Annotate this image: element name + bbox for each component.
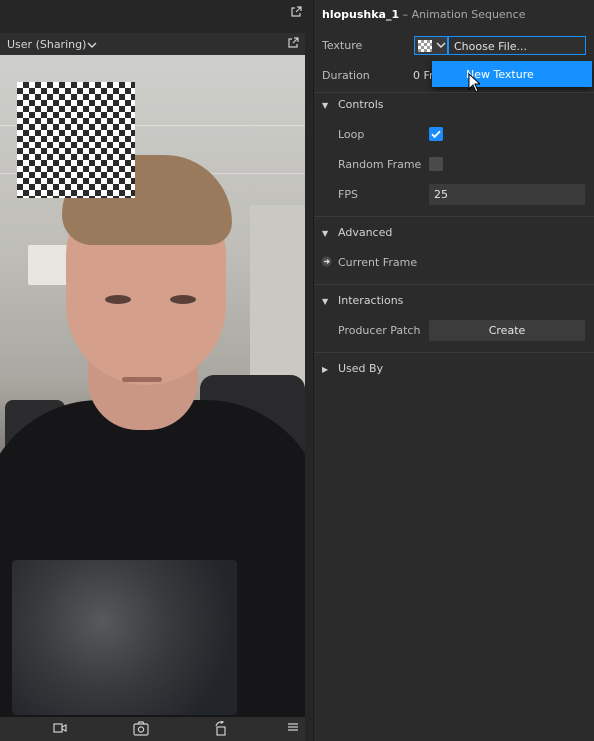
- checkerboard-icon: [418, 40, 432, 52]
- person-mouth: [122, 377, 162, 382]
- viewport-header: User (Sharing): [0, 33, 305, 55]
- chevron-down-icon: [436, 39, 446, 54]
- duration-label: Duration: [322, 69, 370, 82]
- person-eye: [170, 295, 196, 304]
- loop-checkbox[interactable]: [429, 127, 443, 141]
- viewport-panel: User (Sharing): [0, 0, 313, 741]
- animate-arrow-icon[interactable]: [321, 256, 332, 270]
- producer-patch-label: Producer Patch: [338, 324, 421, 337]
- divider: [314, 352, 594, 353]
- texture-dropdown-menu: New Texture: [432, 61, 592, 87]
- section-title: Used By: [338, 362, 384, 375]
- menu-item-new-texture[interactable]: New Texture: [432, 61, 592, 87]
- create-button[interactable]: Create: [429, 320, 585, 341]
- hamburger-menu-icon[interactable]: [287, 721, 299, 736]
- duration-value: 0 Fr: [413, 69, 434, 82]
- choose-file-field[interactable]: Choose File...: [448, 36, 586, 55]
- texture-placeholder-overlay: [17, 82, 135, 198]
- rotate-icon[interactable]: [214, 720, 228, 739]
- viewport-top-bar: [0, 0, 313, 31]
- divider: [314, 92, 594, 93]
- chevron-down-icon[interactable]: [87, 39, 97, 52]
- shirt-print: [12, 560, 237, 715]
- triangle-down-icon: ▼: [322, 229, 329, 238]
- inspector-panel: hlopushka_1 – Animation Sequence Texture…: [314, 0, 594, 741]
- section-title: Advanced: [338, 226, 393, 239]
- section-advanced[interactable]: ▼ Advanced: [322, 226, 392, 239]
- divider: [314, 216, 594, 217]
- object-type: – Animation Sequence: [399, 8, 526, 21]
- loop-label: Loop: [338, 128, 365, 141]
- object-name: hlopushka_1: [322, 8, 400, 21]
- checkmark-icon: [431, 130, 441, 139]
- texture-swatch-button[interactable]: [414, 36, 448, 55]
- inspector-title: hlopushka_1 – Animation Sequence: [322, 8, 525, 21]
- camera-source-dropdown[interactable]: User (Sharing): [7, 38, 86, 51]
- section-controls[interactable]: ▼ Controls: [322, 98, 384, 111]
- section-title: Interactions: [338, 294, 404, 307]
- section-title: Controls: [338, 98, 384, 111]
- triangle-down-icon: ▼: [322, 297, 329, 306]
- current-frame-label: Current Frame: [338, 256, 418, 269]
- divider: [314, 284, 594, 285]
- texture-label: Texture: [322, 39, 363, 52]
- random-frame-checkbox[interactable]: [429, 157, 443, 171]
- video-camera-icon[interactable]: [53, 721, 67, 738]
- triangle-right-icon: ▶: [322, 365, 329, 374]
- camera-switch-icon[interactable]: [133, 721, 149, 739]
- viewport-toolbar: [0, 717, 305, 741]
- section-interactions[interactable]: ▼ Interactions: [322, 294, 403, 307]
- triangle-down-icon: ▼: [322, 101, 329, 110]
- external-link-icon[interactable]: [290, 6, 302, 21]
- person-eye: [105, 295, 131, 304]
- random-frame-label: Random Frame: [338, 158, 422, 171]
- section-used-by[interactable]: ▶ Used By: [322, 362, 383, 375]
- external-link-icon[interactable]: [287, 37, 299, 52]
- fps-label: FPS: [338, 188, 358, 201]
- fps-input[interactable]: 25: [429, 184, 585, 205]
